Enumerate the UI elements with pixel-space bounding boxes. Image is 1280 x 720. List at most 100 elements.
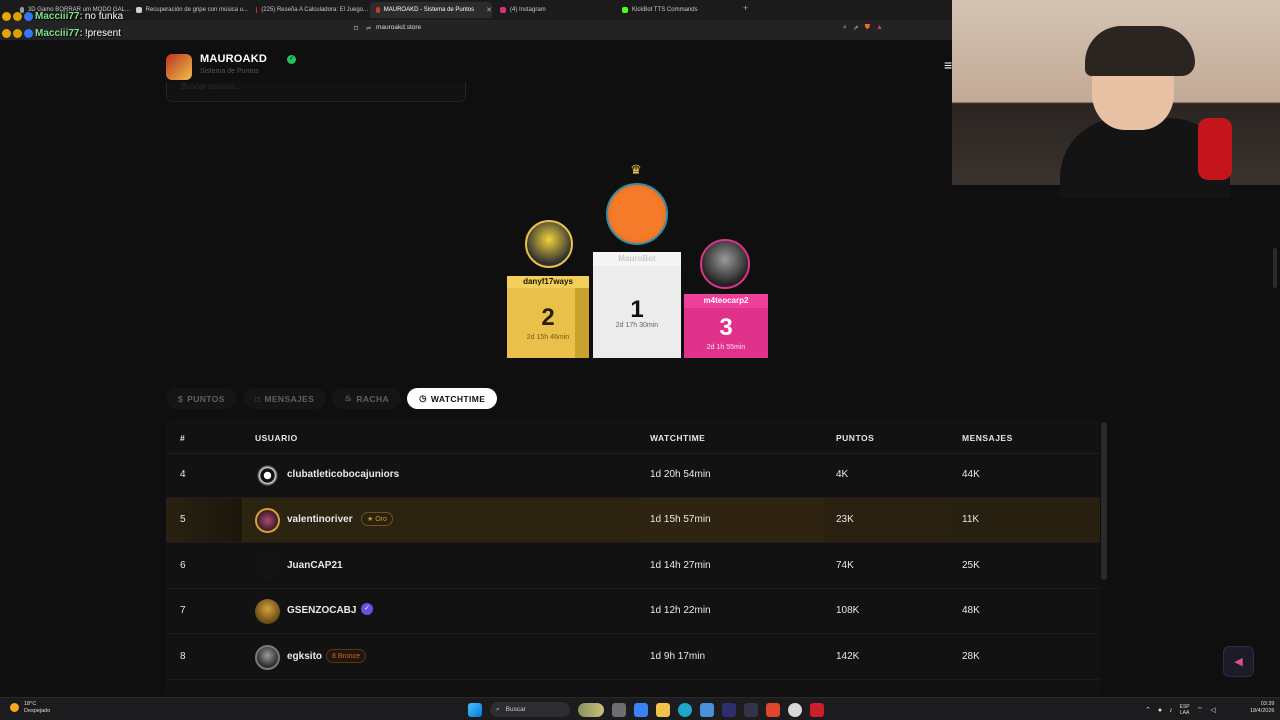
zoom-icon[interactable]: ⌕	[843, 24, 847, 32]
table-row-highlighted[interactable]: 5 valentinoriver ★ Oro 1d 15h 57min 23K …	[166, 498, 1100, 543]
ranking-table: # USUARIO WATCHTIME PUNTOS MENSAJES 4 cl…	[166, 420, 1100, 695]
sun-icon	[10, 703, 19, 712]
row-username[interactable]: valentinoriver	[287, 514, 353, 525]
table-row[interactable]: 6 JuanCAP21 1d 14h 27min 74K 25K	[166, 544, 1100, 589]
site-logo[interactable]	[166, 54, 192, 80]
kick-icon	[622, 7, 628, 13]
podium-rank: 2	[541, 304, 555, 331]
table-row[interactable]: 7 GSENZOCABJ ✓ 1d 12h 22min 108K 48K	[166, 589, 1100, 634]
podium-time: 2d 17h 30min	[615, 322, 659, 329]
row-puntos: 74K	[836, 560, 854, 571]
filter-watchtime[interactable]: ◷ WATCHTIME	[407, 388, 498, 409]
site-info-icon[interactable]: ⇌	[366, 25, 371, 32]
chevron-up-icon[interactable]: ⌃	[1145, 706, 1151, 714]
column-header-puntos[interactable]: PUNTOS	[836, 433, 874, 443]
podium-third: m4teocarp2 3 2d 1h 55min	[684, 294, 768, 358]
clock[interactable]: 03:39 18/4/2026	[1250, 701, 1274, 715]
weather-desc: Despejado	[24, 708, 51, 714]
table-header: # USUARIO WATCHTIME PUNTOS MENSAJES	[166, 420, 1100, 454]
share-icon[interactable]: ⇗	[853, 24, 859, 32]
row-username[interactable]: clubatleticobocajuniors	[287, 469, 399, 480]
language-indicator[interactable]: ESP LAA	[1180, 704, 1190, 716]
browser-tab-active[interactable]: MAUROAKD - Sistema de Puntos ✕	[370, 2, 492, 18]
dollar-icon: $	[178, 393, 184, 404]
shield-icon[interactable]: ⛊	[865, 24, 870, 32]
system-tray: ⌃ ● ♪ ESP LAA ⌔ ◁	[1145, 704, 1216, 716]
rewards-icon[interactable]: ▲	[876, 24, 883, 32]
table-scrollbar[interactable]	[1101, 422, 1107, 580]
browser-tab-bar: 3D Gamo BORRAR um MODO GAL... Recuperaci…	[0, 0, 952, 20]
volume-icon[interactable]: ◁	[1210, 706, 1215, 714]
webcam-microphone	[1198, 118, 1232, 180]
filter-puntos[interactable]: $ PUNTOS	[166, 388, 237, 409]
podium-avatar-2[interactable]	[525, 220, 573, 268]
filter-racha[interactable]: ♨ RACHA	[332, 388, 402, 409]
microphone-icon[interactable]: ♪	[1169, 707, 1173, 714]
row-watchtime: 1d 12h 22min	[650, 605, 711, 616]
edge-icon[interactable]	[678, 702, 692, 717]
app-icon[interactable]	[744, 702, 758, 717]
bookmark-icon[interactable]: ⌑	[354, 24, 358, 33]
brave-icon[interactable]	[766, 702, 780, 717]
column-header-watchtime[interactable]: WATCHTIME	[650, 433, 705, 443]
widgets-icon[interactable]	[578, 702, 604, 717]
table-row[interactable]: 8 egksito 8 Bronce 1d 9h 17min 142K 28K	[166, 635, 1100, 680]
chat-badge-icon	[13, 29, 22, 38]
avatar[interactable]	[255, 599, 280, 624]
filter-mensajes[interactable]: □ MENSAJES	[242, 388, 327, 409]
app-icon[interactable]	[700, 702, 714, 717]
row-watchtime: 1d 9h 17min	[650, 651, 706, 662]
app-icon[interactable]	[722, 702, 736, 717]
browser-tab[interactable]: Recuperación de gripe con música u...	[130, 2, 248, 18]
windows-start-icon[interactable]	[468, 702, 482, 717]
chat-message: Macciii77: !present	[2, 25, 123, 42]
column-header-mensajes[interactable]: MENSAJES	[962, 433, 1013, 443]
browser-tab[interactable]: (4) Instagram	[494, 2, 612, 18]
new-tab-icon[interactable]: +	[743, 3, 748, 13]
clock-date: 18/4/2026	[1250, 708, 1275, 714]
browser-tab[interactable]: (225) Reseña A Calculadora: El Juego...	[250, 2, 368, 18]
site-header	[0, 40, 952, 95]
tray-app-icon[interactable]: ●	[1158, 707, 1162, 714]
wifi-icon[interactable]: ⌔	[1197, 706, 1204, 715]
row-mensajes: 44K	[962, 469, 980, 480]
menu-icon[interactable]: ≡	[944, 57, 952, 73]
app-icon[interactable]	[634, 702, 648, 717]
url-field[interactable]: mauroakd.store	[376, 24, 421, 31]
column-header-usuario[interactable]: USUARIO	[255, 433, 298, 443]
row-username[interactable]: GSENZOCABJ	[287, 605, 356, 616]
chat-badge-icon	[2, 29, 11, 38]
sound-toggle-button[interactable]: ◀	[1223, 646, 1254, 677]
avatar[interactable]	[255, 554, 280, 579]
app-icon[interactable]	[810, 702, 824, 717]
avatar[interactable]	[255, 463, 280, 488]
row-username[interactable]: JuanCAP21	[287, 560, 343, 571]
taskbar-search[interactable]: ⌕ Buscar	[490, 702, 570, 717]
tab-label: (225) Reseña A Calculadora: El Juego...	[261, 7, 368, 13]
table-row[interactable]: 4 clubatleticobocajuniors 1d 20h 54min 4…	[166, 453, 1100, 498]
rank-badge-oro: ★ Oro	[361, 512, 393, 526]
address-bar: ⌑ ⇌ mauroakd.store ⌕ ⇗ ⛊ ▲	[0, 20, 952, 40]
search-input[interactable]: Buscar usuario...	[166, 82, 466, 102]
avatar[interactable]	[255, 645, 280, 670]
close-tab-icon[interactable]: ✕	[486, 6, 492, 14]
task-view-icon[interactable]	[612, 702, 626, 717]
app-icon[interactable]	[788, 702, 802, 717]
avatar[interactable]	[255, 508, 280, 533]
stream-chat-overlay: Macciii77: no funka Macciii77: !present	[2, 8, 123, 42]
podium-name: danyf17ways	[523, 277, 573, 286]
chat-text: no funka	[84, 11, 124, 22]
row-rank: 4	[180, 469, 186, 480]
browser-tab[interactable]: KickBot TTS Commands	[616, 2, 736, 18]
filter-label: MENSAJES	[264, 393, 315, 404]
page-scrollbar[interactable]	[1273, 248, 1277, 288]
row-mensajes: 28K	[962, 651, 980, 662]
site-brand: MAUROAKD	[200, 53, 267, 65]
podium-avatar-1[interactable]	[606, 183, 668, 245]
podium-avatar-3[interactable]	[700, 239, 750, 289]
file-explorer-icon[interactable]	[656, 702, 670, 717]
chat-badge-icon	[24, 12, 33, 21]
row-username[interactable]: egksito	[287, 651, 322, 662]
clock-time: 03:39	[1260, 701, 1275, 707]
weather-widget[interactable]: 18°C Despejado	[10, 701, 50, 715]
